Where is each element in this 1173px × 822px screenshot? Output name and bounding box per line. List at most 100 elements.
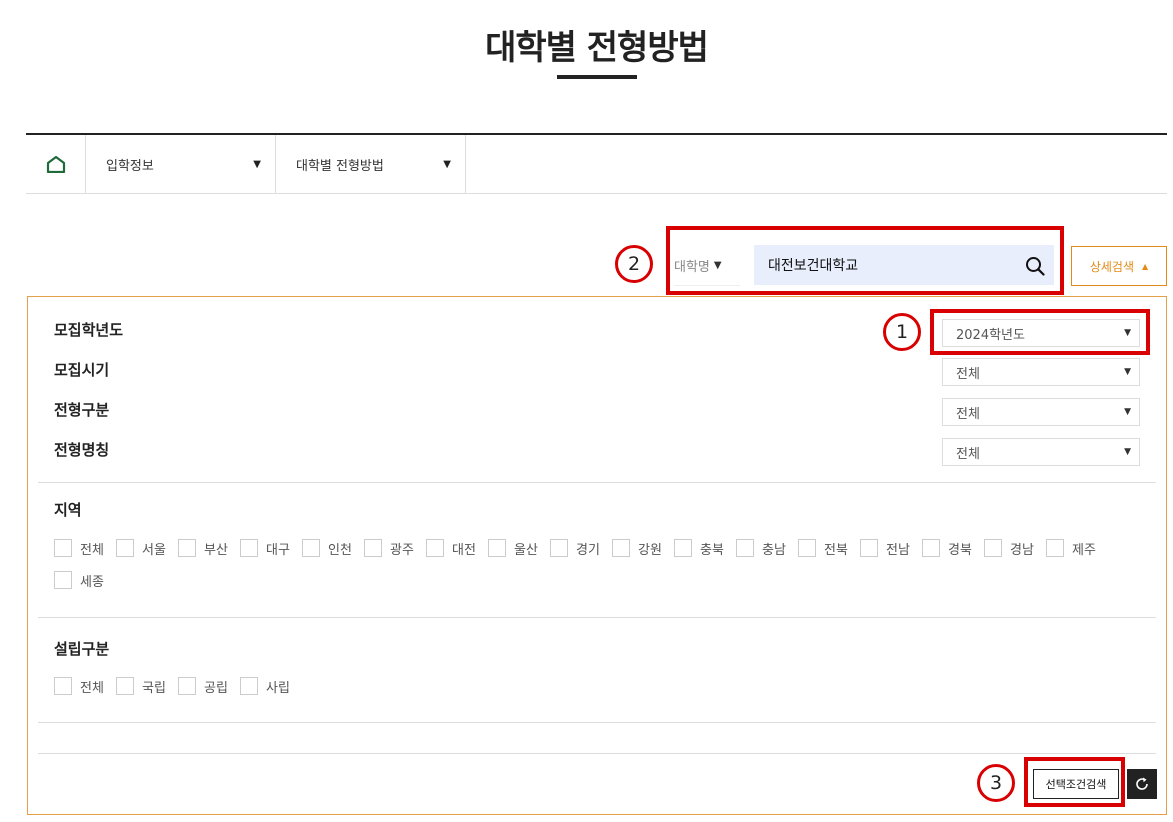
breadcrumb-dropdown-admission[interactable]: 입학정보 ▼ <box>86 135 276 193</box>
divider <box>38 722 1156 723</box>
detail-search-label: 상세검색 <box>1089 259 1134 274</box>
checkbox-option[interactable]: 충남 <box>736 539 790 558</box>
checkbox-option[interactable]: 사립 <box>240 677 294 696</box>
filter-select-type[interactable]: 전체 ▼ <box>942 398 1140 426</box>
caret-down-icon: ▼ <box>713 260 722 271</box>
checkbox-label: 강원 <box>638 542 662 558</box>
checkbox-label: 전남 <box>886 542 910 558</box>
checkbox[interactable] <box>54 539 72 557</box>
checkbox[interactable] <box>798 539 816 557</box>
checkbox-option[interactable]: 경남 <box>984 539 1038 558</box>
establishment-title: 설립구분 <box>54 640 110 658</box>
checkbox[interactable] <box>674 539 692 557</box>
checkbox[interactable] <box>178 677 196 695</box>
search-selected-button[interactable]: 선택조건검색 <box>1033 769 1119 799</box>
filter-select-year[interactable]: 2024학년도 ▼ <box>942 319 1140 347</box>
select-value: 2024학년도 <box>956 327 1025 343</box>
checkbox-label: 세종 <box>80 574 104 590</box>
checkbox[interactable] <box>426 539 444 557</box>
filter-label-name: 전형명칭 <box>54 441 110 459</box>
checkbox-option[interactable]: 서울 <box>116 539 170 558</box>
checkbox[interactable] <box>922 539 940 557</box>
checkbox[interactable] <box>488 539 506 557</box>
checkbox[interactable] <box>736 539 754 557</box>
search-input[interactable] <box>754 245 1054 285</box>
checkbox-label: 광주 <box>390 542 414 558</box>
select-value: 전체 <box>956 366 980 382</box>
divider <box>38 753 1156 754</box>
checkbox-label: 경북 <box>948 542 972 558</box>
home-icon <box>46 155 65 173</box>
checkbox-option[interactable]: 광주 <box>364 539 418 558</box>
filter-select-period[interactable]: 전체 ▼ <box>942 358 1140 386</box>
filter-label-type: 전형구분 <box>54 401 110 419</box>
detail-search-button[interactable]: 상세검색 ▲ <box>1071 246 1167 286</box>
checkbox[interactable] <box>240 539 258 557</box>
caret-down-icon: ▼ <box>1124 407 1131 417</box>
checkbox[interactable] <box>860 539 878 557</box>
checkbox-option[interactable]: 국립 <box>116 677 170 696</box>
checkbox-label: 부산 <box>204 542 228 558</box>
checkbox-option[interactable]: 대구 <box>240 539 294 558</box>
checkbox-option[interactable]: 전북 <box>798 539 852 558</box>
home-button[interactable] <box>26 135 86 193</box>
filter-label-year: 모집학년도 <box>54 321 124 339</box>
search-type-select[interactable]: 대학명 ▼ <box>674 246 740 286</box>
checkbox-option[interactable]: 전체 <box>54 539 108 558</box>
checkbox[interactable] <box>54 571 72 589</box>
checkbox-label: 충북 <box>700 542 724 558</box>
checkbox[interactable] <box>178 539 196 557</box>
checkbox[interactable] <box>240 677 258 695</box>
checkbox-option[interactable]: 강원 <box>612 539 666 558</box>
caret-down-icon: ▼ <box>1124 367 1131 377</box>
search-bar: 대학명 ▼ <box>666 228 1064 295</box>
checkbox-option[interactable]: 공립 <box>178 677 232 696</box>
checkbox-label: 제주 <box>1072 542 1096 558</box>
checkbox-option[interactable]: 세종 <box>54 571 108 590</box>
checkbox-option[interactable]: 경북 <box>922 539 976 558</box>
checkbox-label: 사립 <box>266 680 290 696</box>
checkbox-option[interactable]: 인천 <box>302 539 356 558</box>
checkbox[interactable] <box>54 677 72 695</box>
breadcrumb: 입학정보 ▼ 대학별 전형방법 ▼ <box>26 133 1167 194</box>
divider <box>38 482 1156 483</box>
divider <box>38 617 1156 618</box>
annotation-number: 1 <box>883 313 921 351</box>
detail-search-panel: 모집학년도 2024학년도 ▼ 모집시기 전체 ▼ 전형구분 전체 ▼ 전형명칭… <box>27 296 1167 815</box>
checkbox-label: 충남 <box>762 542 786 558</box>
checkbox-option[interactable]: 부산 <box>178 539 232 558</box>
checkbox[interactable] <box>1046 539 1064 557</box>
checkbox[interactable] <box>302 539 320 557</box>
checkbox-label: 공립 <box>204 680 228 696</box>
checkbox-option[interactable]: 경기 <box>550 539 604 558</box>
checkbox-label: 대구 <box>266 542 290 558</box>
checkbox-label: 경기 <box>576 542 600 558</box>
search-icon[interactable] <box>1025 256 1045 276</box>
checkbox[interactable] <box>984 539 1002 557</box>
checkbox-option[interactable]: 울산 <box>488 539 542 558</box>
checkbox-label: 전북 <box>824 542 848 558</box>
annotation-number: 2 <box>615 245 653 283</box>
checkbox[interactable] <box>116 539 134 557</box>
reset-button[interactable] <box>1127 769 1157 799</box>
checkbox[interactable] <box>364 539 382 557</box>
checkbox[interactable] <box>612 539 630 557</box>
checkbox-option[interactable]: 대전 <box>426 539 480 558</box>
filter-select-name[interactable]: 전체 ▼ <box>942 438 1140 466</box>
checkbox-option[interactable]: 충북 <box>674 539 728 558</box>
select-value: 전체 <box>956 446 980 462</box>
checkbox-option[interactable]: 전체 <box>54 677 108 696</box>
checkbox-option[interactable]: 전남 <box>860 539 914 558</box>
checkbox-label: 전체 <box>80 542 104 558</box>
select-value: 전체 <box>956 406 980 422</box>
caret-down-icon: ▼ <box>253 158 261 170</box>
breadcrumb-dropdown-method[interactable]: 대학별 전형방법 ▼ <box>276 135 466 193</box>
establishment-checkboxes: 전체 국립 공립 사립 <box>54 677 1154 696</box>
checkbox[interactable] <box>550 539 568 557</box>
checkbox-label: 경남 <box>1010 542 1034 558</box>
region-checkboxes: 전체 서울 부산 대구 인천 광주 대전 울산 경기 강원 충북 충남 전북 전남 경북 경남 제주세종 <box>54 539 1154 590</box>
caret-up-icon: ▲ <box>1142 261 1149 271</box>
breadcrumb-label: 대학별 전형방법 <box>296 158 384 174</box>
checkbox-option[interactable]: 제주 <box>1046 539 1100 558</box>
checkbox[interactable] <box>116 677 134 695</box>
